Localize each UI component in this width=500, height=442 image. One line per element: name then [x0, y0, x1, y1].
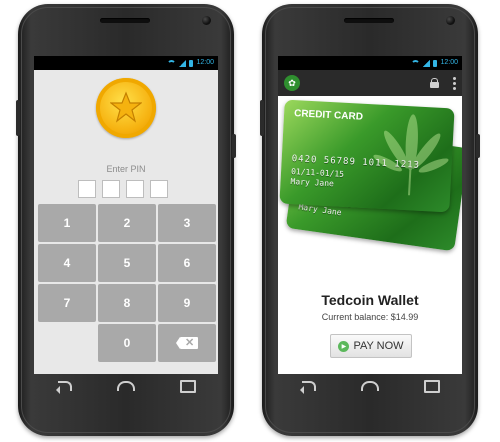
credit-card-front: CREDIT CARD 0420 56789 1011 1213 01/11-0… [279, 99, 455, 213]
wallet-content: 0420 56789 1011 1213 01/11-01/15 Mary Ja… [278, 96, 462, 374]
key-4[interactable]: 4 [38, 244, 96, 282]
pay-now-button[interactable]: ▶ PAY NOW [330, 334, 412, 358]
nav-bar [278, 376, 462, 396]
wifi-icon [167, 59, 177, 67]
front-camera [202, 16, 211, 25]
back-icon[interactable] [56, 381, 73, 394]
key-5[interactable]: 5 [98, 244, 156, 282]
pin-boxes [78, 180, 168, 198]
card-holder: Mary Jane [290, 177, 335, 189]
home-icon[interactable] [116, 381, 135, 391]
key-2[interactable]: 2 [98, 204, 156, 242]
pin-digit-box[interactable] [78, 180, 96, 198]
pin-digit-box[interactable] [150, 180, 168, 198]
speaker [100, 18, 150, 23]
recent-apps-icon[interactable] [179, 379, 196, 393]
phone-left: 12:00 Enter PIN 1 2 3 4 5 6 7 8 9 0 ✕ [16, 4, 236, 436]
leaf-logo-icon[interactable]: ✿ [284, 75, 300, 91]
status-time: 12:00 [196, 59, 214, 66]
key-9[interactable]: 9 [158, 284, 216, 322]
action-bar: ✿ [278, 70, 462, 96]
key-0[interactable]: 0 [98, 324, 156, 362]
pin-digit-box[interactable] [126, 180, 144, 198]
recent-apps-icon[interactable] [423, 379, 440, 393]
overflow-menu-icon[interactable] [453, 76, 456, 90]
wallet-screen: 12:00 ✿ 0420 56789 1011 1213 01/11-01/15… [278, 56, 462, 374]
lock-icon[interactable] [430, 78, 439, 88]
backspace-key[interactable]: ✕ [158, 324, 216, 362]
battery-icon [189, 59, 194, 67]
home-icon[interactable] [360, 381, 379, 391]
card-title: CREDIT CARD [293, 108, 364, 123]
pay-now-label: PAY NOW [353, 340, 404, 352]
nav-bar [34, 376, 218, 396]
speaker [344, 18, 394, 23]
backspace-icon: ✕ [176, 337, 198, 349]
coin-star-icon [96, 78, 156, 138]
pay-coin-icon: ▶ [338, 340, 350, 352]
action-bar-actions [430, 76, 456, 90]
status-bar: 12:00 [34, 56, 218, 70]
star-icon [110, 91, 142, 123]
power-button [232, 134, 236, 158]
wifi-icon [411, 59, 421, 67]
pin-screen: 12:00 Enter PIN 1 2 3 4 5 6 7 8 9 0 ✕ [34, 56, 218, 374]
key-1[interactable]: 1 [38, 204, 96, 242]
battery-icon [433, 59, 438, 67]
status-bar: 12:00 [278, 56, 462, 70]
key-3[interactable]: 3 [158, 204, 216, 242]
signal-icon [423, 59, 431, 67]
front-camera [446, 16, 455, 25]
pin-label: Enter PIN [106, 164, 146, 174]
phone-right: 12:00 ✿ 0420 56789 1011 1213 01/11-01/15… [260, 4, 480, 436]
volume-button [16, 100, 20, 136]
back-icon[interactable] [300, 381, 317, 394]
pin-digit-box[interactable] [102, 180, 120, 198]
wallet-balance: Current balance: $14.99 [321, 312, 419, 322]
key-7[interactable]: 7 [38, 284, 96, 322]
power-button [476, 134, 480, 158]
status-time: 12:00 [440, 59, 458, 66]
key-6[interactable]: 6 [158, 244, 216, 282]
key-8[interactable]: 8 [98, 284, 156, 322]
cannabis-leaf-icon [373, 114, 449, 196]
signal-icon [179, 59, 187, 67]
volume-button [260, 100, 264, 136]
pin-panel: Enter PIN 1 2 3 4 5 6 7 8 9 0 ✕ [34, 70, 218, 374]
wallet-title: Tedcoin Wallet [321, 292, 419, 308]
